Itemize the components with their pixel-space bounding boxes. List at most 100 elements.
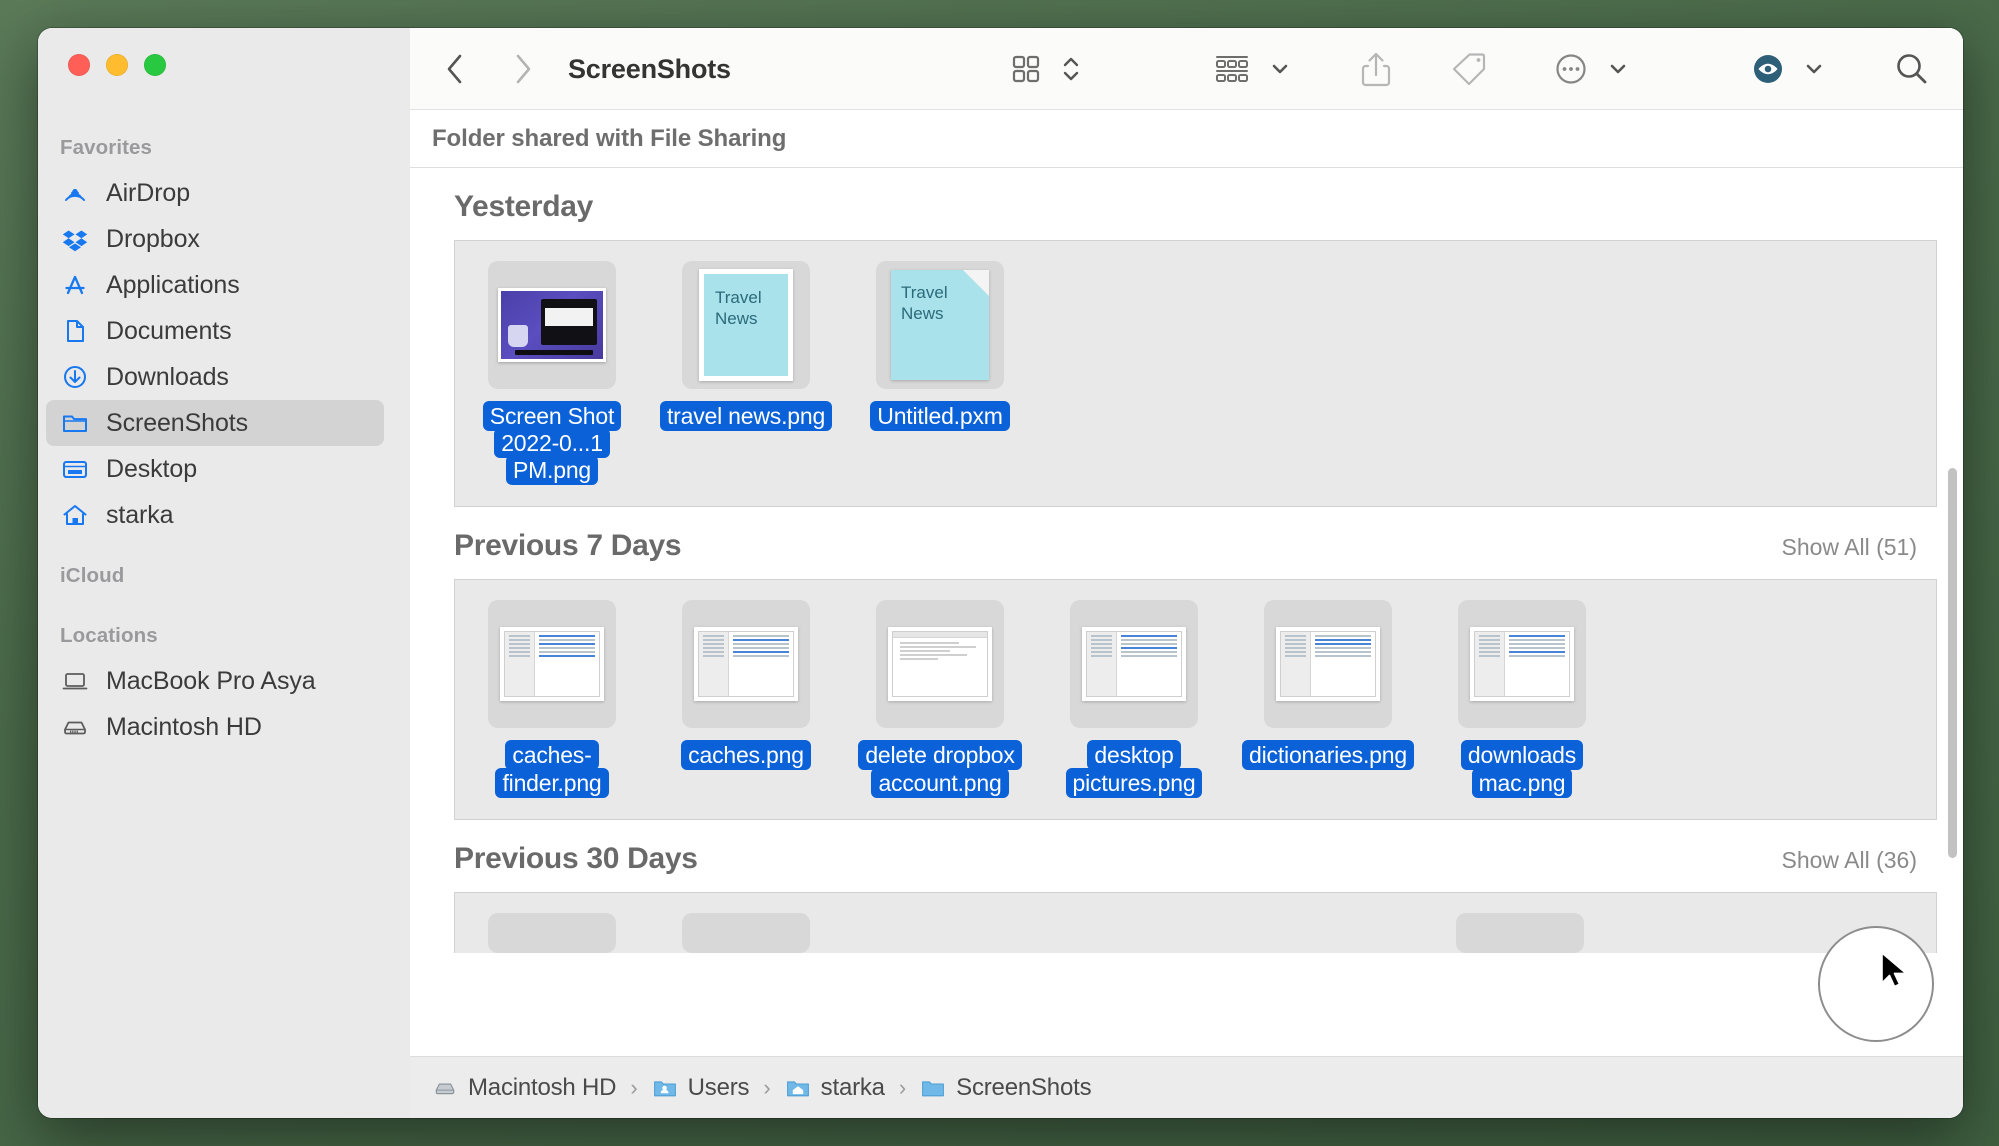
sidebar-section-favorites: Favorites AirDrop Dropbox Applications D… bbox=[38, 136, 410, 538]
harddisk-icon bbox=[435, 1082, 455, 1094]
file-name: Screen Shot 2022-0...1 PM.png bbox=[464, 401, 640, 486]
toolbar: ScreenShots bbox=[410, 28, 1963, 110]
file-name: downloads mac.png bbox=[1434, 740, 1610, 798]
chevron-down-icon[interactable] bbox=[1601, 54, 1635, 84]
applications-icon bbox=[60, 270, 90, 300]
thumb-text: Travel News bbox=[901, 283, 948, 324]
mouse-cursor bbox=[1880, 952, 1910, 999]
eye-icon[interactable] bbox=[1745, 48, 1791, 90]
desktop-icon bbox=[60, 454, 90, 484]
file-item[interactable]: downloads mac.png bbox=[1425, 592, 1619, 798]
breadcrumb-item-screenshots[interactable]: ScreenShots bbox=[920, 1074, 1092, 1102]
minimize-button[interactable] bbox=[106, 54, 128, 76]
chevron-down-icon[interactable] bbox=[1263, 54, 1297, 84]
sidebar-item-macintosh-hd[interactable]: Macintosh HD bbox=[46, 704, 384, 750]
breadcrumb-label: Macintosh HD bbox=[468, 1073, 617, 1101]
sidebar-item-label: Macintosh HD bbox=[106, 712, 262, 741]
sidebar-item-desktop[interactable]: Desktop bbox=[46, 446, 384, 492]
breadcrumb-separator: › bbox=[763, 1074, 771, 1100]
share-icon[interactable] bbox=[1353, 45, 1399, 93]
screenshot-preview-icon bbox=[498, 288, 606, 362]
icon-view-icon[interactable] bbox=[1003, 48, 1049, 90]
sidebar-item-macbook-pro[interactable]: MacBook Pro Asya bbox=[46, 658, 384, 704]
file-name: travel news.png bbox=[659, 401, 833, 431]
breadcrumb-item-users[interactable]: Users bbox=[652, 1074, 750, 1102]
maximize-button[interactable] bbox=[144, 54, 166, 76]
page-title: ScreenShots bbox=[568, 53, 731, 84]
view-mode-control[interactable] bbox=[1003, 47, 1087, 91]
file-item[interactable]: caches-finder.png bbox=[455, 592, 649, 798]
group-by-icon[interactable] bbox=[1207, 48, 1257, 90]
group-title: Previous 7 Days bbox=[454, 529, 682, 563]
file-item[interactable] bbox=[1423, 905, 1617, 953]
breadcrumb-item-macintosh-hd[interactable]: Macintosh HD bbox=[432, 1073, 617, 1102]
sidebar-item-airdrop[interactable]: AirDrop bbox=[46, 170, 384, 216]
more-actions-control[interactable] bbox=[1547, 47, 1635, 91]
folder-icon bbox=[922, 1080, 945, 1096]
finder-window: Favorites AirDrop Dropbox Applications D… bbox=[38, 28, 1963, 1118]
finder-window-preview-icon bbox=[500, 627, 604, 702]
tags-icon[interactable] bbox=[1443, 45, 1495, 93]
dropbox-icon bbox=[60, 224, 90, 254]
sidebar-item-starka[interactable]: starka bbox=[46, 492, 384, 538]
file-item[interactable]: Travel News Untitled.pxm bbox=[843, 253, 1037, 484]
laptop-icon bbox=[60, 666, 90, 696]
sidebar-item-dropbox[interactable]: Dropbox bbox=[46, 216, 384, 262]
desktop-background: Favorites AirDrop Dropbox Applications D… bbox=[0, 0, 1999, 1146]
file-browser-content: Yesterday Screen Shot 2022-0...1 PM.png … bbox=[410, 168, 1963, 1056]
sidebar-item-documents[interactable]: Documents bbox=[46, 308, 384, 354]
file-item[interactable]: desktop pictures.png bbox=[1037, 592, 1231, 798]
file-item[interactable]: delete dropbox account.png bbox=[843, 592, 1037, 798]
file-thumbnail bbox=[488, 912, 616, 953]
file-name: Untitled.pxm bbox=[870, 401, 1010, 431]
sidebar-item-downloads[interactable]: Downloads bbox=[46, 354, 384, 400]
group-body-yesterday: Screen Shot 2022-0...1 PM.png Travel New… bbox=[454, 240, 1937, 508]
file-thumbnail bbox=[1264, 600, 1392, 729]
breadcrumb-separator: › bbox=[898, 1074, 907, 1100]
sidebar-item-label: starka bbox=[106, 500, 174, 529]
file-thumbnail: Travel News bbox=[682, 261, 810, 389]
sidebar-section-locations: Locations MacBook Pro Asya Macintosh HD bbox=[38, 624, 410, 750]
group-header-yesterday: Yesterday bbox=[432, 168, 1963, 240]
group-by-control[interactable] bbox=[1207, 48, 1297, 90]
file-item[interactable]: dictionaries.png bbox=[1231, 592, 1425, 796]
chevron-down-icon[interactable] bbox=[1797, 54, 1831, 84]
search-icon[interactable] bbox=[1887, 46, 1937, 92]
document-window-preview-icon bbox=[888, 627, 992, 702]
file-thumbnail bbox=[1070, 600, 1198, 729]
forward-button[interactable] bbox=[500, 46, 546, 92]
close-button[interactable] bbox=[68, 54, 90, 76]
file-name: caches.png bbox=[681, 740, 811, 771]
back-button[interactable] bbox=[432, 46, 478, 92]
breadcrumb: Macintosh HD › Users › starka › ScreenSh… bbox=[410, 1056, 1963, 1118]
sidebar: Favorites AirDrop Dropbox Applications D… bbox=[38, 28, 410, 1118]
file-name: delete dropbox account.png bbox=[852, 740, 1028, 798]
folder-users-icon bbox=[653, 1080, 676, 1096]
view-stepper-icon[interactable] bbox=[1055, 47, 1087, 91]
more-icon[interactable] bbox=[1547, 47, 1595, 91]
breadcrumb-separator: › bbox=[630, 1074, 638, 1100]
breadcrumb-item-starka[interactable]: starka bbox=[785, 1074, 885, 1102]
file-item[interactable]: caches.png bbox=[649, 592, 843, 796]
breadcrumb-label: Users bbox=[687, 1073, 750, 1101]
file-item[interactable]: Screen Shot 2022-0...1 PM.png bbox=[455, 253, 649, 486]
sidebar-item-label: Documents bbox=[106, 316, 232, 345]
show-all-link[interactable]: Show All (36) bbox=[1781, 847, 1917, 874]
file-item[interactable] bbox=[455, 905, 649, 953]
airdrop-icon bbox=[60, 178, 90, 208]
group-title: Previous 30 Days bbox=[454, 841, 698, 875]
sidebar-item-label: Desktop bbox=[106, 454, 198, 483]
sidebar-item-screenshots[interactable]: ScreenShots bbox=[46, 400, 384, 446]
folder-home-icon bbox=[786, 1080, 809, 1096]
show-all-link[interactable]: Show All (51) bbox=[1781, 534, 1917, 561]
sidebar-section-icloud: iCloud bbox=[38, 564, 410, 598]
file-item[interactable] bbox=[649, 905, 843, 953]
file-thumbnail bbox=[876, 600, 1004, 729]
file-item[interactable]: Travel News travel news.png bbox=[649, 253, 843, 484]
downloads-icon bbox=[60, 362, 90, 392]
sidebar-item-applications[interactable]: Applications bbox=[46, 262, 384, 308]
group-header-previous-30-days: Previous 30 Days Show All (36) bbox=[432, 820, 1963, 892]
file-thumbnail bbox=[1456, 912, 1584, 953]
vertical-scrollbar[interactable] bbox=[1948, 468, 1957, 858]
quicklook-control[interactable] bbox=[1745, 48, 1831, 90]
